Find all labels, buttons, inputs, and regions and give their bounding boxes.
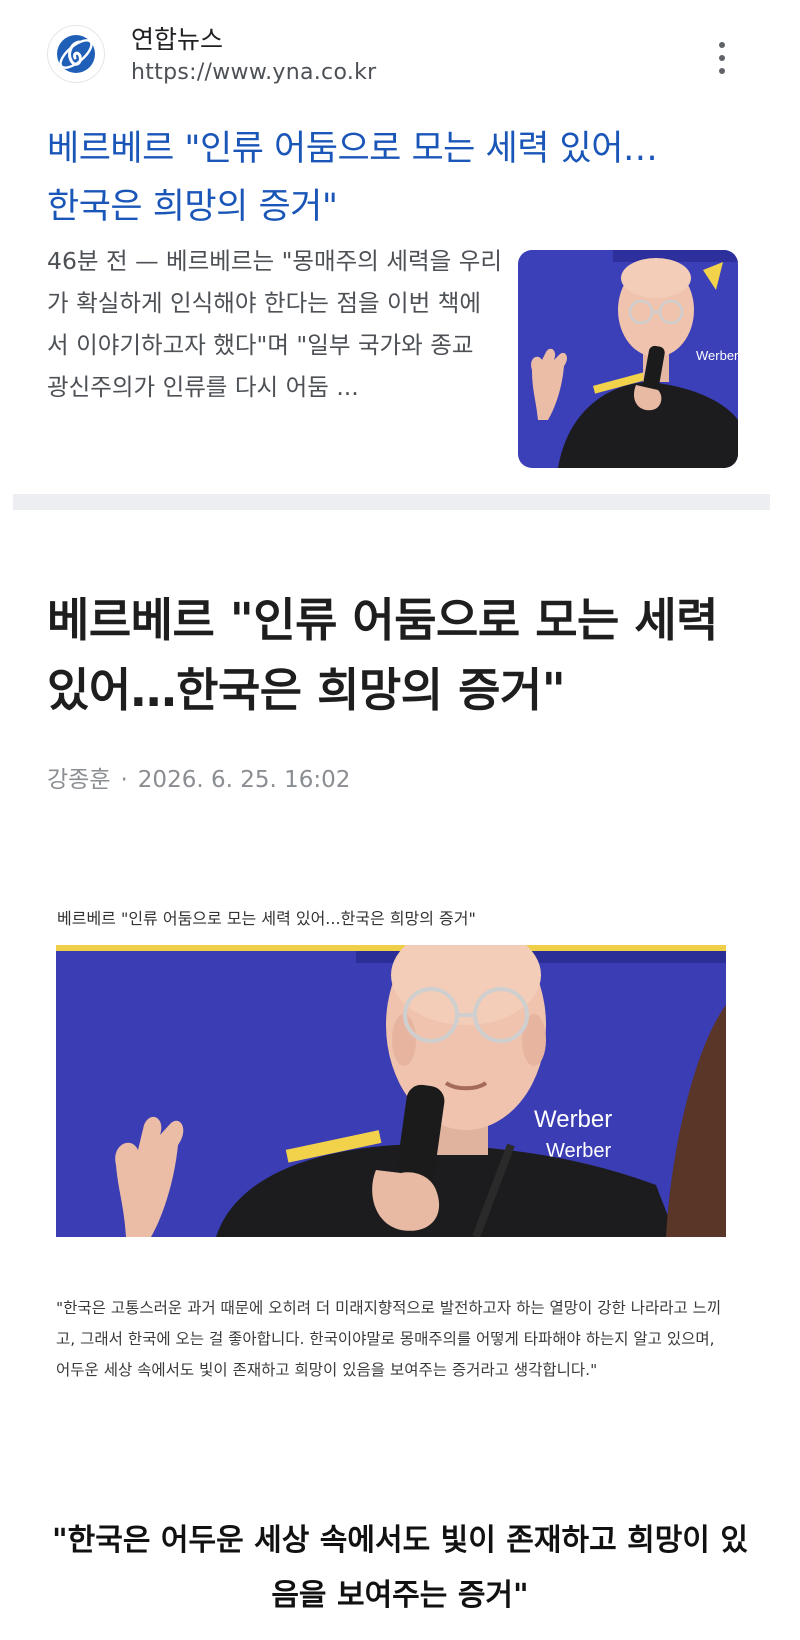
author-name[interactable]: 강종훈 [47, 767, 110, 793]
svg-text:Werber: Werber [534, 1106, 612, 1133]
result-snippet: 46분 전 — 베르베르는 "몽매주의 세력을 우리가 확실하게 인식해야 한다… [47, 247, 502, 401]
byline-separator: · [120, 767, 128, 793]
source-name: 연합뉴스 [131, 25, 224, 54]
article-photo[interactable]: Werber Werber [56, 945, 726, 1237]
result-thumbnail[interactable]: Werber [518, 250, 738, 468]
byline: 강종훈 · 2026. 6. 25. 16:02 [47, 760, 350, 794]
search-result-card: 연합뉴스 https://www.yna.co.kr 베르베르 "인류 어둠으로… [0, 0, 800, 500]
article-quote: "한국은 고통스러운 과거 때문에 오히려 더 미래지향적으로 발전하고자 하는… [56, 1299, 722, 1379]
yna-logo-icon[interactable] [47, 25, 105, 83]
more-vert-icon[interactable] [712, 42, 732, 74]
article-title: 베르베르 "인류 어둠으로 모는 세력 있어…한국은 희망의 증거" [47, 593, 719, 717]
section-divider [13, 494, 770, 510]
result-title-link[interactable]: 베르베르 "인류 어둠으로 모는 세력 있어…한국은 희망의 증거" [47, 120, 687, 236]
svg-text:Werber: Werber [696, 348, 738, 363]
photo-caption: 베르베르 "인류 어둠으로 모는 세력 있어...한국은 희망의 증거" [57, 909, 476, 928]
source-url[interactable]: https://www.yna.co.kr [131, 60, 377, 85]
pull-quote: "한국은 어두운 세상 속에서도 빛이 존재하고 희망이 있음을 보여주는 증거… [52, 1523, 748, 1613]
publish-datetime: 2026. 6. 25. 16:02 [137, 767, 351, 793]
